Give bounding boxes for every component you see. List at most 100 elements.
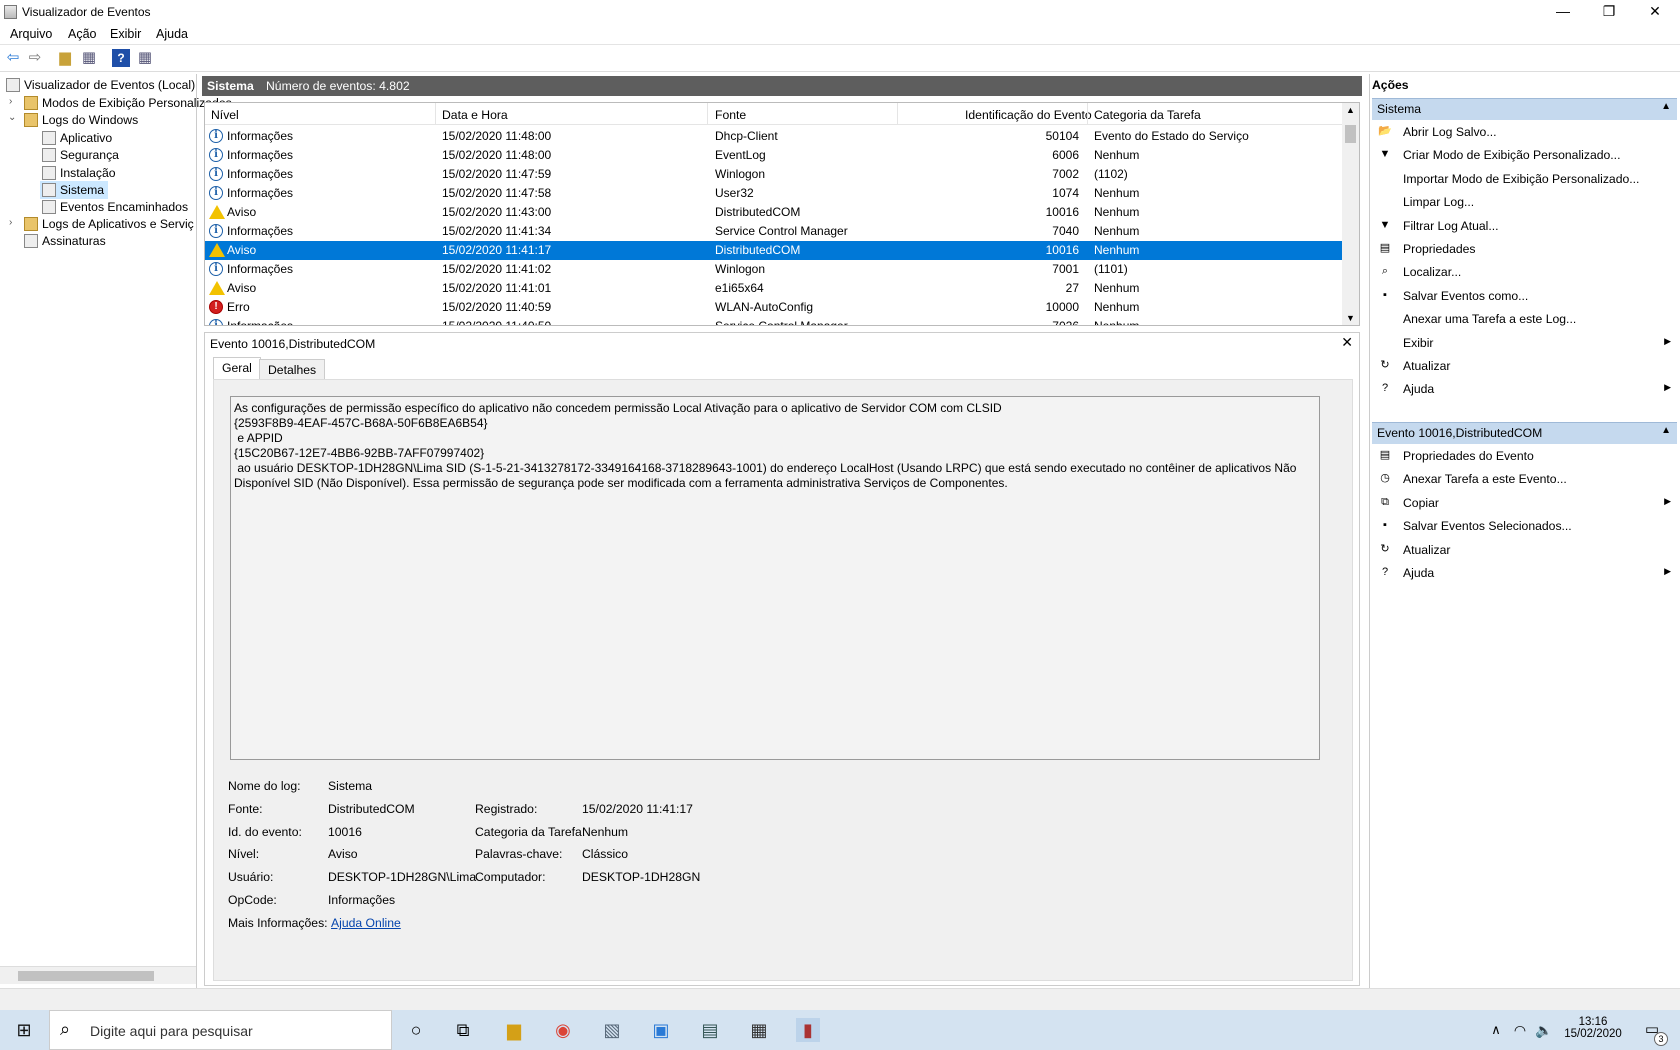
- actions-section-sistema[interactable]: Sistema ▲: [1372, 98, 1677, 120]
- tree-horizontal-scrollbar[interactable]: [0, 966, 196, 984]
- folder-icon: [24, 217, 38, 231]
- column-header-event-id[interactable]: Identificação do Evento: [965, 108, 1092, 122]
- tree-item-app-service-logs[interactable]: Logs de Aplicativos e Serviços: [24, 215, 194, 233]
- info-icon: i: [209, 262, 223, 276]
- show-hide-actions-icon[interactable]: ▦: [136, 49, 154, 67]
- windows-start-icon[interactable]: ⊞: [12, 1018, 36, 1042]
- tree-item-aplicativo[interactable]: Aplicativo: [42, 129, 112, 147]
- chevron-right-icon[interactable]: ›: [9, 96, 12, 107]
- menu-arquivo[interactable]: Arquivo: [10, 27, 52, 41]
- grid-vertical-scrollbar[interactable]: ▲ ▼: [1342, 103, 1359, 325]
- action-label: Atualizar: [1403, 542, 1451, 557]
- close-button[interactable]: ✕: [1632, 0, 1678, 24]
- computer-management-icon[interactable]: ▤: [698, 1018, 722, 1042]
- close-detail-icon[interactable]: ✕: [1341, 334, 1353, 351]
- action-salvar-eventos-selecionados[interactable]: ▪ Salvar Eventos Selecionados...: [1378, 516, 1675, 536]
- table-row[interactable]: i Informações 15/02/2020 11:40:50 Service C…: [205, 317, 1343, 325]
- action-ajuda[interactable]: ? Ajuda ▶: [1378, 563, 1675, 583]
- actions-section-event[interactable]: Evento 10016,DistributedCOM ▲: [1372, 422, 1677, 444]
- calculator-icon[interactable]: ▦: [747, 1018, 771, 1042]
- tree-item-root[interactable]: Visualizador de Eventos (Local): [6, 76, 195, 94]
- action-propriedades-do-evento[interactable]: ▤ Propriedades do Evento: [1378, 446, 1675, 466]
- tree-item-subscriptions[interactable]: Assinaturas: [24, 232, 106, 250]
- collapse-up-icon[interactable]: ▲: [1661, 101, 1671, 112]
- table-row[interactable]: i Informações 15/02/2020 11:48:00 Dhcp-Clie…: [205, 127, 1343, 146]
- column-header-date[interactable]: Data e Hora: [442, 108, 508, 122]
- volume-icon[interactable]: 🔈: [1532, 1018, 1556, 1042]
- chrome-icon[interactable]: ◉: [551, 1018, 575, 1042]
- help-icon[interactable]: ?: [112, 49, 130, 67]
- show-hide-tree-icon[interactable]: ▦: [80, 49, 98, 67]
- chevron-down-icon[interactable]: ⌄: [8, 112, 16, 123]
- table-row[interactable]: i Informações 15/02/2020 11:47:59 Winlogon 7…: [205, 165, 1343, 184]
- action-salvar-eventos-como[interactable]: ▪ Salvar Eventos como...: [1378, 286, 1675, 306]
- tree-item-seguranca[interactable]: Segurança: [42, 146, 119, 164]
- table-row[interactable]: Aviso 15/02/2020 11:41:01 e1i65x64 27 Nenhum: [205, 279, 1343, 298]
- chevron-right-icon[interactable]: ›: [9, 217, 12, 228]
- network-icon[interactable]: ◠: [1508, 1018, 1532, 1042]
- table-row[interactable]: i Informações 15/02/2020 11:48:00 EventLog 6…: [205, 146, 1343, 165]
- restore-button[interactable]: ❐: [1586, 0, 1632, 24]
- taskbar-search[interactable]: ⌕ Digite aqui para pesquisar: [49, 1010, 392, 1050]
- action-exibir[interactable]: Exibir ▶: [1378, 333, 1675, 353]
- table-row[interactable]: i Informações 15/02/2020 11:41:02 Winlogon 7…: [205, 260, 1343, 279]
- action-icon: [1378, 194, 1392, 208]
- table-row[interactable]: Aviso 15/02/2020 11:43:00 DistributedCOM 10…: [205, 203, 1343, 222]
- photos-icon[interactable]: ▧: [600, 1018, 624, 1042]
- tab-geral[interactable]: Geral: [213, 357, 261, 379]
- action-localizar[interactable]: ⌕ Localizar...: [1378, 262, 1675, 282]
- table-row[interactable]: ! Erro 15/02/2020 11:40:59 WLAN-AutoConfig 1…: [205, 298, 1343, 317]
- forward-arrow-icon[interactable]: ⇨: [26, 49, 44, 67]
- column-header-level[interactable]: Nível: [211, 108, 239, 122]
- clock-date: 15/02/2020: [1564, 1028, 1622, 1040]
- file-explorer-icon[interactable]: ▆: [502, 1018, 526, 1042]
- table-row[interactable]: i Informações 15/02/2020 11:47:58 User32 107…: [205, 184, 1343, 203]
- collapse-up-icon[interactable]: ▲: [1661, 425, 1671, 436]
- action-ajuda[interactable]: ? Ajuda ▶: [1378, 379, 1675, 399]
- tree-item-forwarded-events[interactable]: Eventos Encaminhados: [42, 198, 188, 216]
- tree-item-sistema[interactable]: Sistema: [40, 181, 109, 199]
- action-label: Salvar Eventos como...: [1403, 288, 1529, 303]
- action-criar-modo-de-exibicao-personalizado[interactable]: ▼ Criar Modo de Exibição Personalizado...: [1378, 145, 1675, 165]
- column-header-category[interactable]: Categoria da Tarefa: [1094, 108, 1201, 122]
- info-icon: i: [209, 167, 223, 181]
- online-help-link[interactable]: Ajuda Online: [331, 916, 401, 930]
- folder-up-icon[interactable]: ▆: [56, 49, 74, 67]
- action-icon: ↻: [1380, 542, 1390, 555]
- tree-item-windows-logs[interactable]: Logs do Windows: [24, 111, 138, 129]
- submenu-arrow-icon: ▶: [1664, 382, 1671, 393]
- control-panel-icon[interactable]: ▣: [649, 1018, 673, 1042]
- action-importar-modo-de-exibicao-personalizado[interactable]: Importar Modo de Exibição Personalizado.…: [1378, 169, 1675, 189]
- folder-icon: [24, 113, 38, 127]
- minimize-button[interactable]: —: [1540, 0, 1586, 24]
- back-arrow-icon[interactable]: ⇦: [4, 49, 22, 67]
- task-view-icon[interactable]: ⧉: [451, 1018, 475, 1042]
- scroll-down-icon[interactable]: ▼: [1346, 313, 1355, 323]
- action-atualizar[interactable]: ↻ Atualizar: [1378, 356, 1675, 376]
- menu-acao[interactable]: Ação: [68, 27, 97, 41]
- action-limpar-log[interactable]: Limpar Log...: [1378, 192, 1675, 212]
- action-copiar[interactable]: ⧉ Copiar ▶: [1378, 493, 1675, 513]
- table-row[interactable]: i Informações 15/02/2020 11:41:34 Service C…: [205, 222, 1343, 241]
- tree-item-custom-views[interactable]: Modos de Exibição Personalizados: [24, 94, 232, 112]
- menu-exibir[interactable]: Exibir: [110, 27, 141, 41]
- event-message[interactable]: As configurações de permissão específico…: [230, 396, 1320, 760]
- action-atualizar[interactable]: ↻ Atualizar: [1378, 540, 1675, 560]
- action-abrir-log-salvo[interactable]: 📂 Abrir Log Salvo...: [1378, 122, 1675, 142]
- action-anexar-tarefa-a-este-evento[interactable]: ◷ Anexar Tarefa a este Evento...: [1378, 469, 1675, 489]
- action-filtrar-log-atual[interactable]: ▼ Filtrar Log Atual...: [1378, 216, 1675, 236]
- scrollbar-thumb[interactable]: [18, 971, 154, 981]
- menu-ajuda[interactable]: Ajuda: [156, 27, 188, 41]
- tab-detalhes[interactable]: Detalhes: [259, 359, 326, 379]
- action-anexar-uma-tarefa-a-este-log[interactable]: Anexar uma Tarefa a este Log...: [1378, 309, 1675, 329]
- table-row[interactable]: Aviso 15/02/2020 11:41:17 DistributedCOM 10…: [205, 241, 1343, 260]
- action-propriedades[interactable]: ▤ Propriedades: [1378, 239, 1675, 259]
- cortana-icon[interactable]: ○: [404, 1018, 428, 1042]
- event-viewer-taskbar-icon[interactable]: ▮: [796, 1018, 820, 1042]
- scrollbar-thumb[interactable]: [1345, 125, 1356, 143]
- clock[interactable]: 13:16 15/02/2020: [1560, 1016, 1626, 1040]
- column-header-source[interactable]: Fonte: [715, 108, 746, 122]
- scroll-up-icon[interactable]: ▲: [1346, 105, 1355, 115]
- chevron-up-icon[interactable]: ∧: [1484, 1018, 1508, 1042]
- tree-item-instalacao[interactable]: Instalação: [42, 164, 116, 182]
